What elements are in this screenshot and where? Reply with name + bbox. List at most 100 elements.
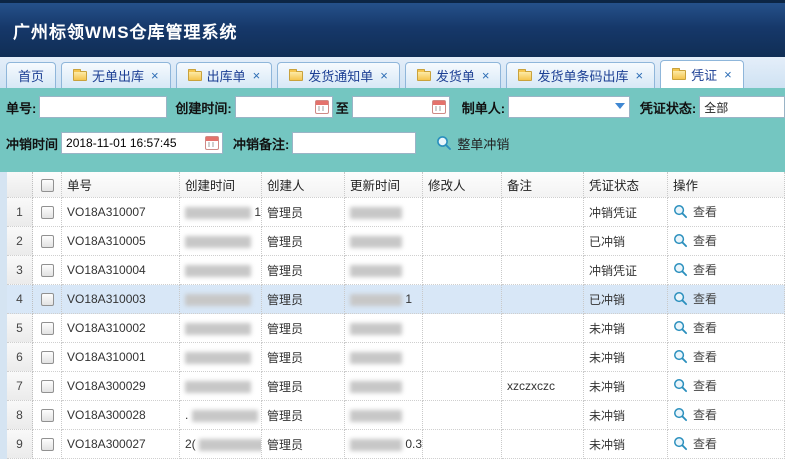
tab-shipping-order[interactable]: 发货单× — [405, 62, 502, 88]
modifier-cell — [423, 256, 502, 285]
updated-time-cell — [345, 256, 423, 285]
tab-label: 首页 — [18, 66, 44, 85]
remark-cell — [502, 343, 584, 372]
tab-shipping-notice[interactable]: 发货通知单× — [277, 62, 400, 88]
maker-select[interactable] — [508, 96, 630, 118]
order-no-input[interactable] — [39, 96, 167, 118]
view-button[interactable]: 查看 — [673, 232, 717, 249]
col-remark[interactable]: 备注 — [502, 172, 584, 198]
view-label: 查看 — [693, 435, 717, 452]
select-all-checkbox[interactable] — [41, 179, 54, 192]
close-icon[interactable]: × — [253, 68, 261, 83]
row-checkbox[interactable] — [41, 264, 54, 277]
tab-no-order-outbound[interactable]: 无单出库× — [61, 62, 171, 88]
table-row[interactable]: 4VO18A310003管理员 1已冲销查看 — [7, 285, 785, 314]
table-row[interactable]: 3VO18A310004管理员冲销凭证查看 — [7, 256, 785, 285]
view-button[interactable]: 查看 — [673, 348, 717, 365]
writeoff-time-input[interactable] — [62, 133, 205, 153]
folder-icon — [289, 71, 303, 81]
redacted-text — [350, 294, 402, 306]
updated-time-cell — [345, 401, 423, 430]
redacted-text — [185, 236, 251, 248]
creator-cell: 管理员 — [262, 343, 345, 372]
close-icon[interactable]: × — [482, 68, 490, 83]
col-created-time[interactable]: 创建时间 — [180, 172, 262, 198]
created-to-field[interactable] — [352, 96, 450, 118]
table-row[interactable]: 9VO18A3000272( 0 1管理员 0.3未冲销查看 — [7, 430, 785, 459]
row-checkbox[interactable] — [41, 438, 54, 451]
view-button[interactable]: 查看 — [673, 261, 717, 278]
created-time-cell: 2( 0 1 — [180, 430, 262, 459]
voucher-status-select[interactable]: 全部 — [699, 96, 785, 118]
creator-cell: 管理员 — [262, 256, 345, 285]
app-titlebar: 广州标领WMS仓库管理系统 — [0, 0, 785, 57]
row-checkbox[interactable] — [41, 206, 54, 219]
remark-cell — [502, 430, 584, 459]
view-icon — [673, 349, 688, 364]
writeoff-time-field[interactable] — [61, 132, 223, 154]
action-cell: 查看 — [668, 285, 785, 314]
view-button[interactable]: 查看 — [673, 203, 717, 220]
col-modifier[interactable]: 修改人 — [423, 172, 502, 198]
creator-cell: 管理员 — [262, 401, 345, 430]
row-checkbox-cell — [33, 372, 62, 401]
table-row[interactable]: 8VO18A300028. 1管理员未冲销查看 — [7, 401, 785, 430]
writeoff-remark-input[interactable] — [292, 132, 416, 154]
col-creator[interactable]: 创建人 — [262, 172, 345, 198]
view-button[interactable]: 查看 — [673, 435, 717, 452]
created-from-input[interactable] — [236, 97, 315, 117]
close-icon[interactable]: × — [724, 67, 732, 82]
row-checkbox[interactable] — [41, 409, 54, 422]
close-icon[interactable]: × — [380, 68, 388, 83]
action-cell: 查看 — [668, 430, 785, 459]
table-row[interactable]: 7VO18A300029管理员xzczxczc未冲销查看 — [7, 372, 785, 401]
view-button[interactable]: 查看 — [673, 319, 717, 336]
tab-shipping-barcode-outbound[interactable]: 发货单条码出库× — [506, 62, 655, 88]
voucher-status-cell: 未冲销 — [584, 372, 668, 401]
remark-cell — [502, 256, 584, 285]
tab-outbound-order[interactable]: 出库单× — [176, 62, 273, 88]
row-checkbox[interactable] — [41, 293, 54, 306]
tab-home[interactable]: 首页 — [6, 62, 56, 88]
table-row[interactable]: 6VO18A310001管理员未冲销查看 — [7, 343, 785, 372]
voucher-status-cell: 未冲销 — [584, 430, 668, 459]
creator-cell: 管理员 — [262, 314, 345, 343]
redacted-text — [185, 265, 251, 277]
created-to-input[interactable] — [353, 97, 432, 117]
visible-fragment: 2( — [185, 437, 199, 451]
voucher-status-label: 凭证状态: — [640, 98, 696, 117]
close-icon[interactable]: × — [151, 68, 159, 83]
tab-voucher[interactable]: 凭证× — [660, 60, 744, 88]
col-voucher-status[interactable]: 凭证状态 — [584, 172, 668, 198]
created-from-field[interactable] — [235, 96, 333, 118]
redacted-text — [185, 352, 251, 364]
view-button[interactable]: 查看 — [673, 290, 717, 307]
created-time-cell — [180, 285, 262, 314]
row-checkbox[interactable] — [41, 351, 54, 364]
row-checkbox[interactable] — [41, 235, 54, 248]
writeoff-whole-order-button[interactable]: 整单冲销 — [436, 134, 509, 153]
calendar-icon[interactable] — [205, 136, 219, 150]
row-checkbox[interactable] — [41, 380, 54, 393]
visible-fragment: 1 — [402, 292, 412, 306]
voucher-status-cell: 未冲销 — [584, 314, 668, 343]
table-row[interactable]: 5VO18A310002管理员未冲销查看 — [7, 314, 785, 343]
order-no-cell: VO18A310001 — [62, 343, 180, 372]
col-updated-time[interactable]: 更新时间 — [345, 172, 423, 198]
calendar-icon[interactable] — [315, 100, 329, 114]
calendar-icon[interactable] — [432, 100, 446, 114]
modifier-cell — [423, 430, 502, 459]
view-button[interactable]: 查看 — [673, 377, 717, 394]
redacted-text — [350, 207, 402, 219]
voucher-status-cell: 已冲销 — [584, 227, 668, 256]
row-checkbox[interactable] — [41, 322, 54, 335]
folder-icon — [672, 70, 686, 80]
table-row[interactable]: 2VO18A310005管理员已冲销查看 — [7, 227, 785, 256]
view-icon — [673, 378, 688, 393]
col-actions[interactable]: 操作 — [668, 172, 785, 198]
close-icon[interactable]: × — [635, 68, 643, 83]
view-button[interactable]: 查看 — [673, 406, 717, 423]
creator-cell: 管理员 — [262, 372, 345, 401]
col-order-no[interactable]: 单号 — [62, 172, 180, 198]
table-row[interactable]: 1VO18A310007 1管理员冲销凭证查看 — [7, 198, 785, 227]
